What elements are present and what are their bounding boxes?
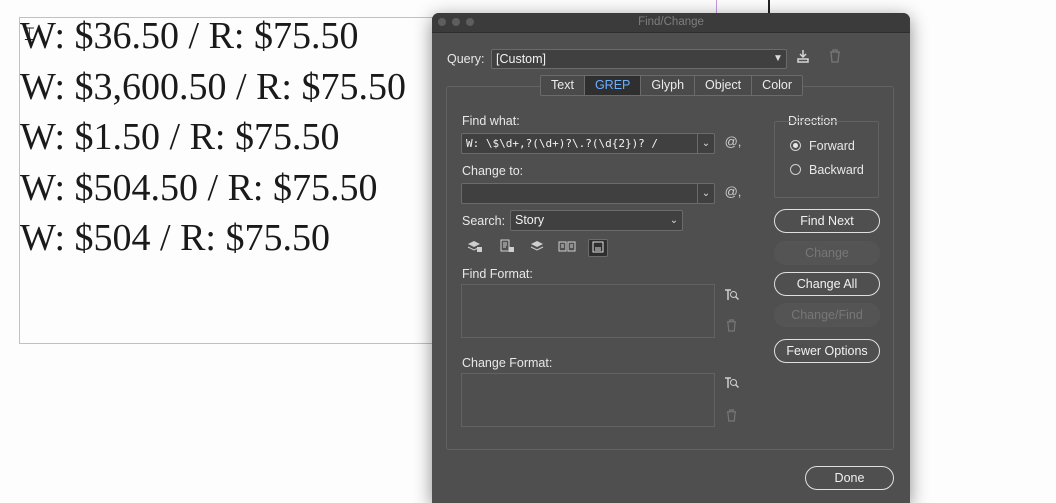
document-text[interactable]: W: $36.50 / R: $75.50 W: $3,600.50 / R: … bbox=[20, 16, 406, 269]
minimize-window-button[interactable] bbox=[452, 18, 460, 26]
footnotes-icon[interactable] bbox=[588, 239, 608, 257]
chevron-down-icon: ▼ bbox=[773, 53, 783, 64]
change-all-button[interactable]: Change All bbox=[774, 272, 880, 296]
document-line[interactable]: W: $1.50 / R: $75.50 bbox=[20, 117, 406, 168]
trash-icon[interactable] bbox=[722, 409, 740, 425]
find-next-button[interactable]: Find Next bbox=[774, 209, 880, 233]
format-settings-icon[interactable] bbox=[721, 375, 741, 394]
search-label: Search: bbox=[462, 214, 506, 228]
change-button[interactable]: Change bbox=[774, 241, 880, 265]
query-select[interactable]: [Custom] ▼ bbox=[491, 49, 787, 69]
search-scope-value: Story bbox=[515, 213, 545, 227]
trash-icon[interactable] bbox=[722, 319, 740, 335]
query-value: [Custom] bbox=[496, 52, 547, 66]
chevron-down-icon: ⌄ bbox=[669, 214, 679, 226]
mode-tabs: Text GREP Glyph Object Color bbox=[540, 75, 804, 96]
special-characters-icon[interactable]: @, bbox=[722, 184, 744, 199]
locked-layers-icon[interactable] bbox=[465, 239, 485, 257]
close-window-button[interactable] bbox=[438, 18, 446, 26]
document-line[interactable]: W: $504.50 / R: $75.50 bbox=[20, 168, 406, 219]
search-scope-select[interactable]: Story ⌄ bbox=[510, 210, 683, 231]
guide-marker bbox=[768, 0, 770, 14]
backward-label[interactable]: Backward bbox=[809, 163, 864, 177]
trash-icon[interactable] bbox=[826, 49, 844, 66]
direction-group bbox=[774, 121, 879, 198]
document-line[interactable]: W: $36.50 / R: $75.50 bbox=[20, 16, 406, 67]
find-what-value: W: \$\d+,?(\d+)?\.?(\d{2})? / bbox=[466, 137, 659, 150]
change-find-button[interactable]: Change/Find bbox=[774, 303, 880, 327]
change-to-input[interactable]: ⌄ bbox=[461, 183, 715, 204]
change-to-label: Change to: bbox=[462, 164, 524, 178]
special-characters-icon[interactable]: @, bbox=[722, 134, 744, 149]
change-format-box[interactable] bbox=[461, 373, 715, 427]
save-query-icon[interactable] bbox=[794, 49, 812, 66]
find-what-label: Find what: bbox=[462, 114, 520, 128]
locked-stories-icon[interactable] bbox=[497, 239, 517, 257]
chevron-down-icon[interactable]: ⌄ bbox=[697, 184, 714, 203]
document-line[interactable]: W: $3,600.50 / R: $75.50 bbox=[20, 67, 406, 118]
master-pages-icon[interactable] bbox=[557, 239, 577, 257]
dialog-titlebar[interactable]: Find/Change bbox=[432, 13, 910, 33]
fewer-options-button[interactable]: Fewer Options bbox=[774, 339, 880, 363]
tab-text[interactable]: Text bbox=[541, 76, 585, 95]
tab-color[interactable]: Color bbox=[752, 76, 803, 95]
hidden-layers-icon[interactable] bbox=[527, 239, 547, 257]
zoom-window-button[interactable] bbox=[466, 18, 474, 26]
tab-glyph[interactable]: Glyph bbox=[641, 76, 696, 95]
find-format-box[interactable] bbox=[461, 284, 715, 338]
change-format-label: Change Format: bbox=[462, 356, 553, 370]
forward-radio[interactable] bbox=[790, 140, 801, 151]
find-what-input[interactable]: W: \$\d+,?(\d+)?\.?(\d{2})? / ⌄ bbox=[461, 133, 715, 154]
dialog-title: Find/Change bbox=[638, 16, 704, 28]
format-settings-icon[interactable] bbox=[721, 287, 741, 306]
tab-grep[interactable]: GREP bbox=[584, 76, 642, 95]
find-change-dialog: Find/Change Query: [Custom] ▼ Text GREP … bbox=[432, 13, 910, 503]
document-line[interactable]: W: $504 / R: $75.50 bbox=[20, 218, 406, 269]
chevron-down-icon[interactable]: ⌄ bbox=[697, 134, 714, 153]
query-label: Query: bbox=[447, 52, 485, 66]
tab-object[interactable]: Object bbox=[695, 76, 753, 95]
backward-radio[interactable] bbox=[790, 164, 801, 175]
done-button[interactable]: Done bbox=[805, 466, 894, 490]
forward-label[interactable]: Forward bbox=[809, 139, 855, 153]
find-format-label: Find Format: bbox=[462, 267, 533, 281]
